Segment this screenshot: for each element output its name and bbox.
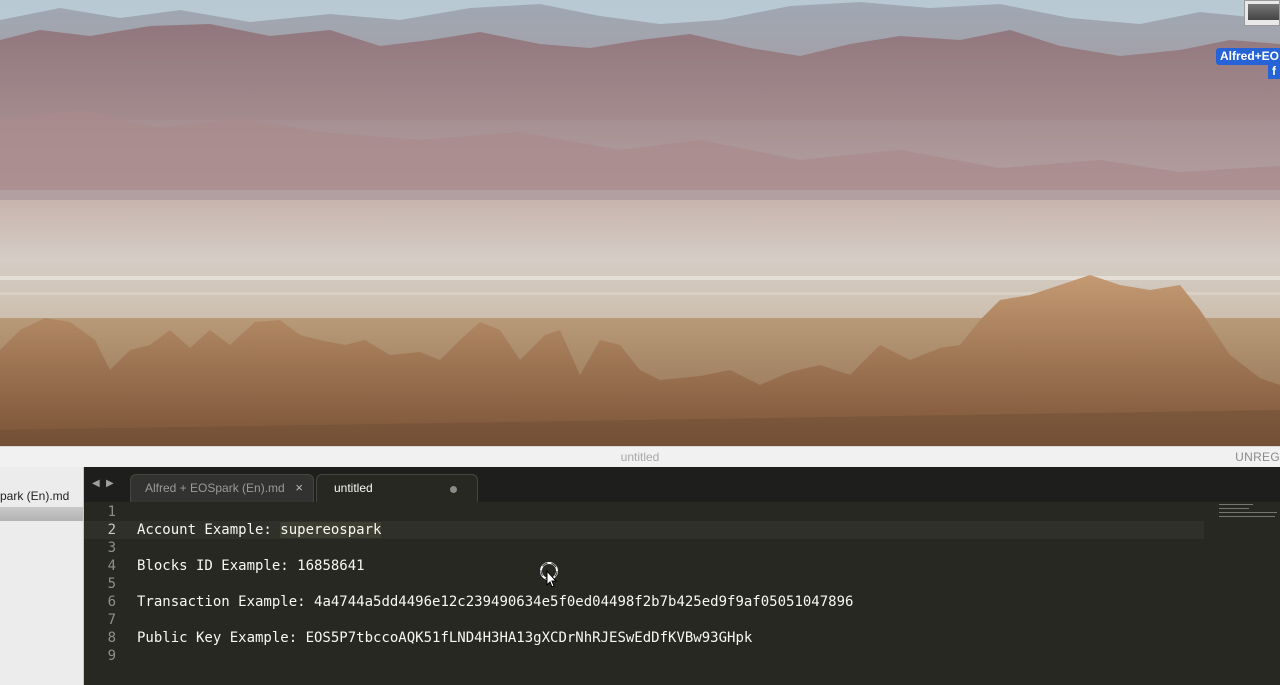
tab-label: untitled — [334, 481, 373, 495]
file-thumbnail — [1244, 0, 1280, 26]
code-value: 4a4744a5dd4496e12c239490634e5f0ed04498f2… — [314, 594, 854, 610]
line-number: 8 — [107, 630, 116, 646]
code-line-transaction[interactable]: Transaction Example: 4a4744a5dd4496e12c2… — [137, 593, 853, 611]
tab-bar: ◀ ▶ Alfred + EOSpark (En).md × untitled — [84, 467, 1280, 502]
minimap[interactable] — [1219, 504, 1279, 524]
desktop-wallpaper — [0, 0, 1280, 446]
sidebar-open-file[interactable]: park (En).md — [0, 487, 83, 505]
line-number: 2 — [107, 522, 116, 538]
line-number: 9 — [107, 648, 116, 664]
desktop-icon-label-line2: f — [1268, 64, 1280, 79]
line-number: 4 — [107, 558, 116, 574]
code-line-blocks-id[interactable]: Blocks ID Example: 16858641 — [137, 557, 365, 575]
line-number: 6 — [107, 594, 116, 610]
sidebar-divider — [0, 507, 83, 521]
unsaved-dot-icon[interactable] — [450, 486, 457, 493]
tab-forward-icon[interactable]: ▶ — [106, 478, 114, 489]
mouse-cursor-icon — [540, 562, 558, 588]
code-label: Public Key Example: — [137, 630, 306, 646]
window-title: untitled — [620, 450, 660, 464]
line-number: 1 — [107, 504, 116, 520]
code-line-public-key[interactable]: Public Key Example: EOS5P7tbccoAQK51fLND… — [137, 629, 752, 647]
unregistered-label: UNREG — [1235, 450, 1280, 464]
line-number: 7 — [107, 612, 116, 628]
tab-untitled[interactable]: untitled — [316, 474, 478, 502]
code-line-account[interactable]: Account Example: supereospark — [137, 521, 382, 539]
desktop-icon-label: Alfred+EO — [1216, 48, 1280, 65]
line-number: 5 — [107, 576, 116, 592]
code-value: EOS5P7tbccoAQK51fLND4H3HA13gXCDrNhRJESwE… — [305, 630, 753, 646]
sidebar: park (En).md — [0, 467, 84, 685]
code-value-highlighted: supereospark — [280, 522, 382, 538]
tab-alfred-eospark[interactable]: Alfred + EOSpark (En).md × — [130, 474, 314, 502]
close-icon[interactable]: × — [295, 475, 303, 501]
code-label: Account Example: — [137, 522, 281, 538]
window-titlebar[interactable]: untitled UNREG — [0, 446, 1280, 467]
line-number: 3 — [107, 540, 116, 556]
desktop-file-icon[interactable]: Alfred+EO f — [1214, 0, 1280, 82]
code-label: Transaction Example: — [137, 594, 315, 610]
tab-label: Alfred + EOSpark (En).md — [145, 481, 285, 495]
tab-back-icon[interactable]: ◀ — [92, 478, 100, 489]
code-value: 16858641 — [297, 558, 365, 574]
code-label: Blocks ID Example: — [137, 558, 298, 574]
code-editor[interactable]: 1 2 3 4 5 6 7 8 9 Account Example: super… — [84, 502, 1280, 685]
